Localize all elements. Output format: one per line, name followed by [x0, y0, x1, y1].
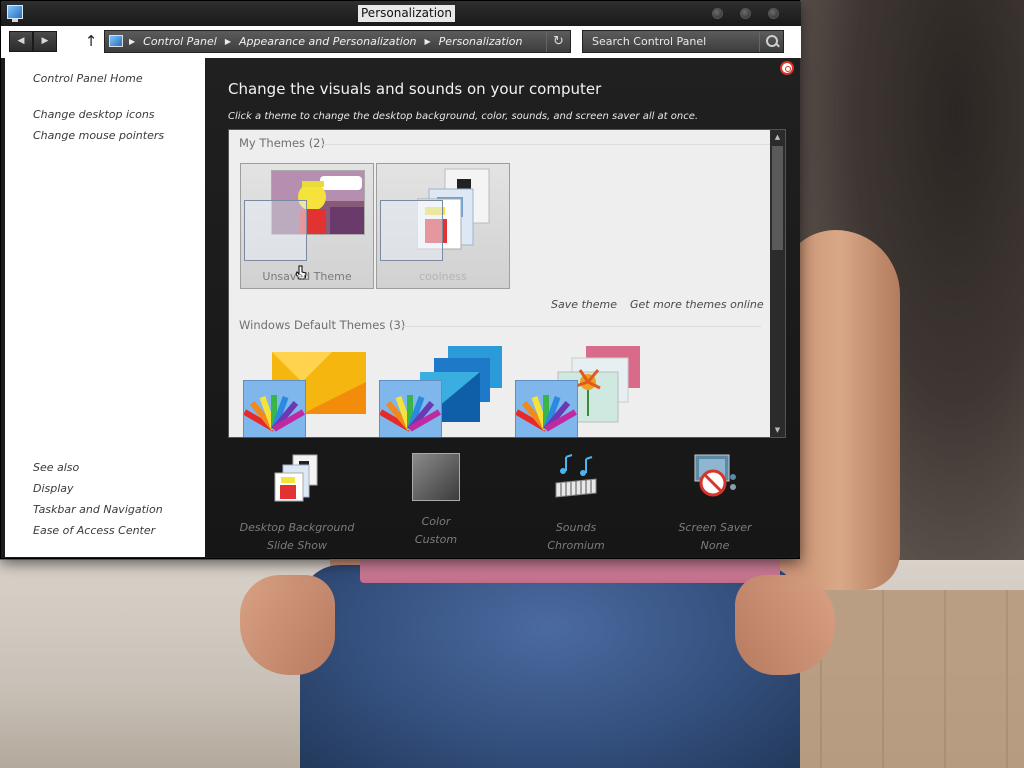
- color-title: Color: [421, 515, 451, 528]
- breadcrumb-personalization[interactable]: Personalization: [439, 35, 523, 48]
- group-divider: [401, 326, 761, 327]
- change-desktop-icons-link[interactable]: Change desktop icons: [33, 108, 155, 121]
- default-theme-2-palette-icon: [379, 380, 442, 437]
- theme-scrollbar[interactable]: ▲ ▼: [770, 130, 785, 437]
- theme-unsaved-color-overlay: [244, 200, 307, 261]
- maximize-button[interactable]: [740, 8, 751, 19]
- scroll-thumb[interactable]: [772, 146, 783, 250]
- breadcrumb-separator-icon[interactable]: ▶: [425, 37, 431, 46]
- taskbar-navigation-link[interactable]: Taskbar and Navigation: [33, 503, 163, 516]
- change-mouse-pointers-link[interactable]: Change mouse pointers: [33, 129, 164, 142]
- color-button[interactable]: Color Custom: [371, 453, 501, 546]
- back-button[interactable]: ◀: [9, 31, 33, 52]
- screen-saver-icon: [694, 454, 736, 497]
- display-link[interactable]: Display: [33, 482, 74, 495]
- screen-saver-value: None: [700, 539, 730, 552]
- search-box: [582, 30, 784, 53]
- page-title: Change the visuals and sounds on your co…: [228, 80, 602, 98]
- breadcrumb-control-panel[interactable]: Control Panel: [143, 35, 217, 48]
- breadcrumb-separator-icon[interactable]: ▶: [129, 37, 135, 46]
- wallpaper-left-hand: [240, 575, 335, 675]
- forward-arrow-icon: ▶: [41, 36, 49, 46]
- title-bar[interactable]: Personalization: [1, 1, 801, 26]
- my-themes-title: My Themes (2): [239, 136, 325, 150]
- screen-saver-button[interactable]: Screen Saver None: [650, 453, 780, 552]
- scroll-down-icon[interactable]: ▼: [770, 423, 785, 437]
- ease-of-access-link[interactable]: Ease of Access Center: [33, 524, 155, 537]
- see-also-label: See also: [33, 461, 80, 474]
- default-theme-2[interactable]: [376, 346, 510, 437]
- default-theme-3[interactable]: [512, 346, 646, 437]
- theme-coolness-label: coolness: [419, 270, 467, 283]
- breadcrumb-appearance[interactable]: Appearance and Personalization: [239, 35, 417, 48]
- color-fan-icon: [379, 395, 441, 432]
- save-theme-link[interactable]: Save theme: [551, 298, 617, 311]
- search-icon[interactable]: [759, 31, 783, 52]
- refresh-button[interactable]: ↻: [546, 31, 570, 52]
- forward-button[interactable]: ▶: [33, 31, 57, 52]
- personalization-app-icon[interactable]: [7, 5, 23, 22]
- default-theme-1[interactable]: [240, 346, 374, 437]
- minimize-button[interactable]: [712, 8, 723, 19]
- theme-coolness[interactable]: coolness: [376, 163, 510, 289]
- search-input[interactable]: [583, 31, 759, 52]
- default-theme-3-palette-icon: [515, 380, 578, 437]
- close-button[interactable]: [768, 8, 779, 19]
- wallpaper-right-hand: [735, 575, 835, 675]
- color-fan-icon: [515, 395, 577, 432]
- desktop-background-value: Slide Show: [266, 539, 328, 552]
- personalization-window: Personalization ◀ ▶ ↑ ▶ Control Panel ▶ …: [0, 0, 801, 559]
- wallpaper-pink-shirt: [360, 555, 780, 583]
- screen-saver-title: Screen Saver: [678, 521, 752, 534]
- desktop-background-title: Desktop Background: [239, 521, 355, 534]
- color-swatch-icon: [412, 453, 460, 501]
- control-panel-home-link[interactable]: Control Panel Home: [33, 72, 143, 85]
- get-more-themes-link[interactable]: Get more themes online: [630, 298, 764, 311]
- help-icon[interactable]: [780, 61, 794, 75]
- window-title: Personalization: [358, 5, 455, 22]
- main-content: Change the visuals and sounds on your co…: [205, 58, 800, 557]
- control-panel-icon: [109, 35, 123, 47]
- up-button[interactable]: ↑: [83, 31, 99, 51]
- color-fan-icon: [243, 395, 305, 432]
- wallpaper-jeans: [300, 565, 800, 768]
- left-sidebar: Control Panel Home Change desktop icons …: [5, 58, 205, 557]
- group-divider: [321, 144, 771, 145]
- page-subtitle: Click a theme to change the desktop back…: [228, 111, 699, 122]
- breadcrumb-separator-icon[interactable]: ▶: [225, 37, 231, 46]
- theme-gallery: My Themes (2) Unsaved Theme coolness Sav…: [228, 129, 786, 438]
- default-themes-title: Windows Default Themes (3): [239, 318, 406, 332]
- theme-unsaved-label: Unsaved Theme: [262, 270, 352, 283]
- sounds-button[interactable]: Sounds Chromium: [511, 453, 641, 552]
- default-theme-1-palette-icon: [243, 380, 306, 437]
- theme-coolness-color-overlay: [380, 200, 443, 261]
- theme-unsaved[interactable]: Unsaved Theme: [240, 163, 374, 289]
- address-bar[interactable]: ▶ Control Panel ▶ Appearance and Persona…: [104, 30, 571, 53]
- sounds-title: Sounds: [555, 521, 597, 534]
- desktop-background-icon: [274, 454, 318, 502]
- refresh-icon: ↻: [553, 34, 564, 49]
- color-value: Custom: [414, 533, 458, 546]
- breadcrumb: ▶ Control Panel ▶ Appearance and Persona…: [129, 31, 522, 52]
- navigation-bar: ◀ ▶ ↑ ▶ Control Panel ▶ Appearance and P…: [1, 26, 801, 58]
- desktop-background-button[interactable]: Desktop Background Slide Show: [232, 453, 362, 552]
- scroll-up-icon[interactable]: ▲: [770, 130, 785, 144]
- back-arrow-icon: ◀: [17, 36, 25, 46]
- up-arrow-icon: ↑: [84, 32, 98, 50]
- sounds-value: Chromium: [547, 539, 605, 552]
- sounds-icon: [555, 454, 597, 498]
